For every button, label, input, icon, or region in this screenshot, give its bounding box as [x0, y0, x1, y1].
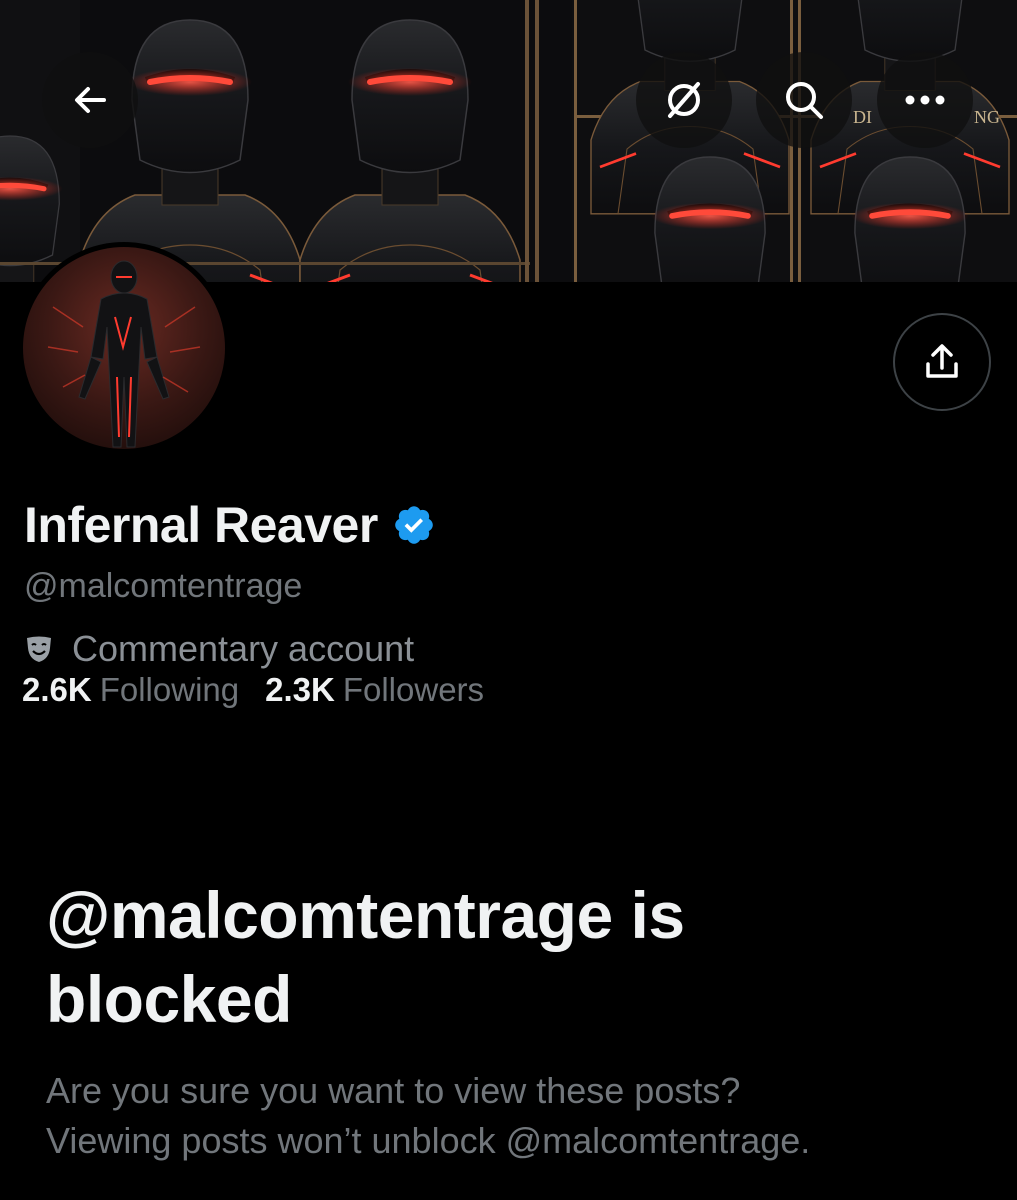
profile-handle: @malcomtentrage — [24, 567, 303, 605]
following-label: Following — [99, 671, 240, 708]
more-button[interactable] — [877, 52, 973, 148]
share-button[interactable] — [893, 313, 991, 411]
followers-stat[interactable]: 2.3K Followers — [265, 671, 484, 709]
more-horizontal-icon — [905, 95, 945, 105]
arrow-left-icon — [75, 87, 106, 113]
blocked-description: Are you sure you want to view these post… — [46, 1066, 976, 1166]
blocked-description-line1: Are you sure you want to view these post… — [46, 1070, 741, 1111]
following-count: 2.6K — [22, 671, 92, 708]
mute-button[interactable] — [636, 52, 732, 148]
account-label[interactable]: Commentary account — [24, 625, 414, 673]
blocked-description-line2: Viewing posts won’t unblock @malcomtentr… — [46, 1120, 811, 1161]
blocked-title: @malcomtentrage is blocked — [46, 878, 685, 1036]
search-button[interactable] — [756, 52, 852, 148]
banner-artwork: DI NG — [0, 0, 1017, 282]
profile-banner[interactable]: DI NG — [0, 0, 1017, 282]
display-name: Infernal Reaver — [24, 497, 378, 553]
display-name-row: Infernal Reaver — [24, 493, 436, 557]
banner-text-left: DI — [853, 107, 872, 127]
slashed-circle-icon — [668, 82, 700, 118]
avatar-image — [23, 247, 225, 449]
theater-mask-icon — [27, 636, 51, 662]
followers-label: Followers — [342, 671, 485, 708]
back-button[interactable] — [42, 52, 138, 148]
profile-avatar[interactable] — [18, 242, 230, 454]
followers-count: 2.3K — [265, 671, 335, 708]
following-stat[interactable]: 2.6K Following — [22, 671, 239, 709]
follow-stats: 2.6K Following 2.3K Followers — [22, 671, 484, 717]
account-label-text: Commentary account — [72, 628, 415, 669]
verified-badge-icon[interactable] — [392, 503, 436, 547]
share-icon — [926, 344, 958, 378]
banner-text-right: NG — [974, 107, 1000, 127]
search-icon — [786, 82, 823, 119]
